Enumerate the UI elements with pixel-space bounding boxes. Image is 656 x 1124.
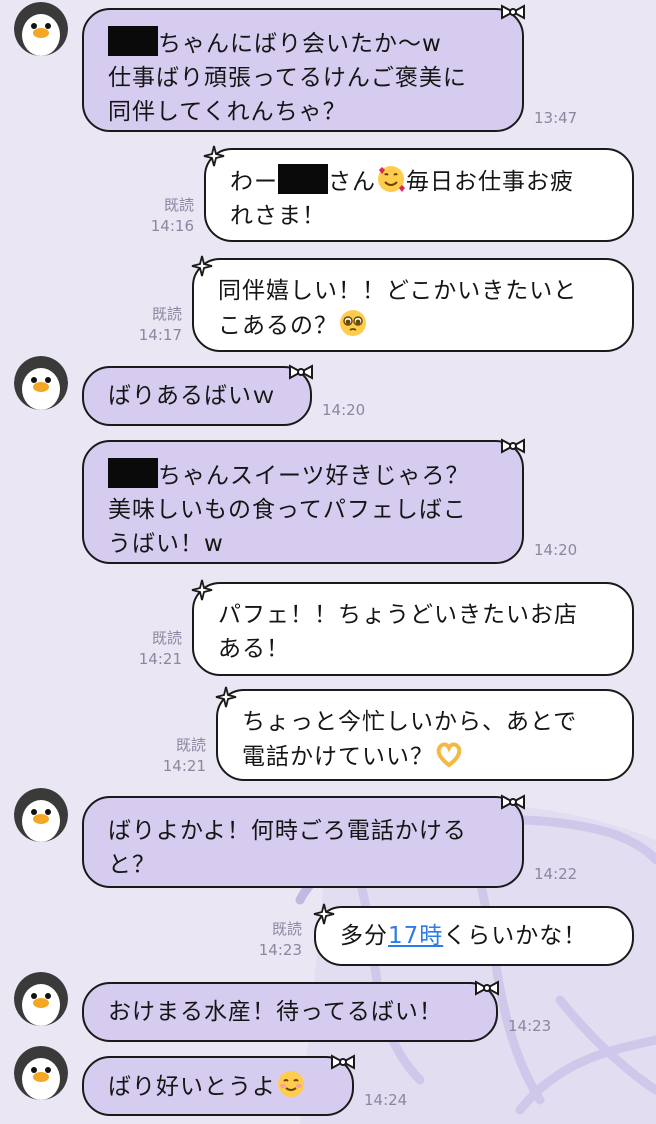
outgoing-message-bubble[interactable]: わー さん 毎日お仕事お疲 れさま！ bbox=[204, 148, 634, 242]
message-line: れさま！ bbox=[230, 203, 326, 229]
message-line: ちゃんスイーツ好きじゃろ？ bbox=[108, 458, 498, 493]
sparkle-icon bbox=[191, 255, 213, 277]
message-line: 仕事ばり頑張ってるけんご褒美に bbox=[108, 65, 467, 91]
message-timestamp: 14:20 bbox=[322, 401, 366, 419]
message-timestamp: 14:21 bbox=[138, 650, 182, 668]
time-link[interactable]: 17時 bbox=[388, 923, 443, 949]
read-receipt: 既読 bbox=[151, 305, 182, 323]
penguin-avatar[interactable] bbox=[14, 356, 68, 410]
bow-icon bbox=[501, 438, 525, 454]
sparkle-icon bbox=[215, 686, 237, 708]
message-line: ばりあるばいｗ bbox=[108, 383, 276, 409]
penguin-avatar[interactable] bbox=[14, 2, 68, 56]
message-line: ばり好いとうよ bbox=[108, 1069, 328, 1104]
message-timestamp: 14:23 bbox=[258, 941, 302, 959]
black-redaction-bar bbox=[108, 458, 158, 488]
sparkle-icon bbox=[313, 903, 335, 925]
message-line: と？ bbox=[108, 852, 156, 878]
message-line: パフェ！！ちょうどいきたいお店 bbox=[218, 602, 578, 628]
black-redaction-bar bbox=[278, 164, 328, 194]
black-redaction-bar bbox=[108, 26, 158, 56]
bow-icon bbox=[501, 4, 525, 20]
message-timestamp: 14:24 bbox=[364, 1091, 408, 1109]
read-receipt: 既読 bbox=[175, 736, 206, 754]
incoming-message-bubble[interactable]: ばり好いとうよ bbox=[82, 1056, 354, 1116]
incoming-message-bubble[interactable]: ばりよかよ！何時ごろ電話かける と？ bbox=[82, 796, 524, 888]
bow-icon bbox=[289, 364, 313, 380]
outgoing-message-bubble[interactable]: ちょっと今忙しいから、あとで 電話かけていい？ bbox=[216, 689, 634, 781]
smiling-blush-emoji-icon bbox=[278, 1071, 304, 1097]
read-receipt: 既読 bbox=[163, 196, 194, 214]
message-timestamp: 14:22 bbox=[534, 865, 578, 883]
incoming-message-bubble[interactable]: ちゃんスイーツ好きじゃろ？ 美味しいもの食ってパフェしばこ うばい！w bbox=[82, 440, 524, 564]
message-timestamp: 14:20 bbox=[534, 541, 578, 559]
heart-hands-emoji-icon bbox=[436, 742, 462, 768]
message-timestamp: 14:16 bbox=[150, 217, 194, 235]
read-receipt: 既読 bbox=[151, 629, 182, 647]
sparkle-icon bbox=[203, 145, 225, 167]
outgoing-message-bubble[interactable]: 同伴嬉しい！！どこかいきたいと こあるの？ bbox=[192, 258, 634, 352]
message-timestamp: 13:47 bbox=[534, 109, 578, 127]
bow-icon bbox=[501, 794, 525, 810]
pleading-face-emoji-icon bbox=[340, 310, 366, 336]
penguin-avatar[interactable] bbox=[14, 788, 68, 842]
message-line: うばい！w bbox=[108, 531, 224, 557]
incoming-message-bubble[interactable]: おけまる水産！待ってるばい！ bbox=[82, 982, 498, 1042]
message-line: 同伴嬉しい！！どこかいきたいと bbox=[218, 278, 578, 304]
message-line: わー さん 毎日お仕事お疲 bbox=[230, 164, 610, 199]
outgoing-message-bubble[interactable]: パフェ！！ちょうどいきたいお店 ある！ bbox=[192, 582, 634, 676]
message-timestamp: 14:23 bbox=[508, 1017, 552, 1035]
bow-icon bbox=[331, 1054, 355, 1070]
message-line: おけまる水産！待ってるばい！ bbox=[108, 999, 443, 1025]
message-line: 美味しいもの食ってパフェしばこ bbox=[108, 497, 467, 523]
outgoing-message-bubble[interactable]: 多分17時くらいかな！ bbox=[314, 906, 634, 966]
read-receipt: 既読 bbox=[271, 920, 302, 938]
bow-icon bbox=[475, 980, 499, 996]
message-timestamp: 14:21 bbox=[162, 757, 206, 775]
incoming-message-bubble[interactable]: ばりあるばいｗ bbox=[82, 366, 312, 426]
sparkle-icon bbox=[191, 579, 213, 601]
message-line: こあるの？ bbox=[218, 308, 610, 343]
smiling-hearts-emoji-icon bbox=[378, 166, 405, 192]
penguin-avatar[interactable] bbox=[14, 1046, 68, 1100]
message-line: 電話かけていい？ bbox=[242, 739, 610, 774]
message-line: ある！ bbox=[218, 636, 290, 662]
message-line: ちゃんにばり会いたか〜w bbox=[108, 26, 498, 61]
message-line: 多分17時くらいかな！ bbox=[340, 923, 588, 949]
message-line: ばりよかよ！何時ごろ電話かける bbox=[108, 818, 467, 844]
message-line: ちょっと今忙しいから、あとで bbox=[242, 709, 578, 735]
message-line: 同伴してくれんちゃ？ bbox=[108, 99, 347, 125]
incoming-message-bubble[interactable]: ちゃんにばり会いたか〜w 仕事ばり頑張ってるけんご褒美に 同伴してくれんちゃ？ bbox=[82, 8, 524, 132]
penguin-avatar[interactable] bbox=[14, 972, 68, 1026]
message-timestamp: 14:17 bbox=[138, 326, 182, 344]
